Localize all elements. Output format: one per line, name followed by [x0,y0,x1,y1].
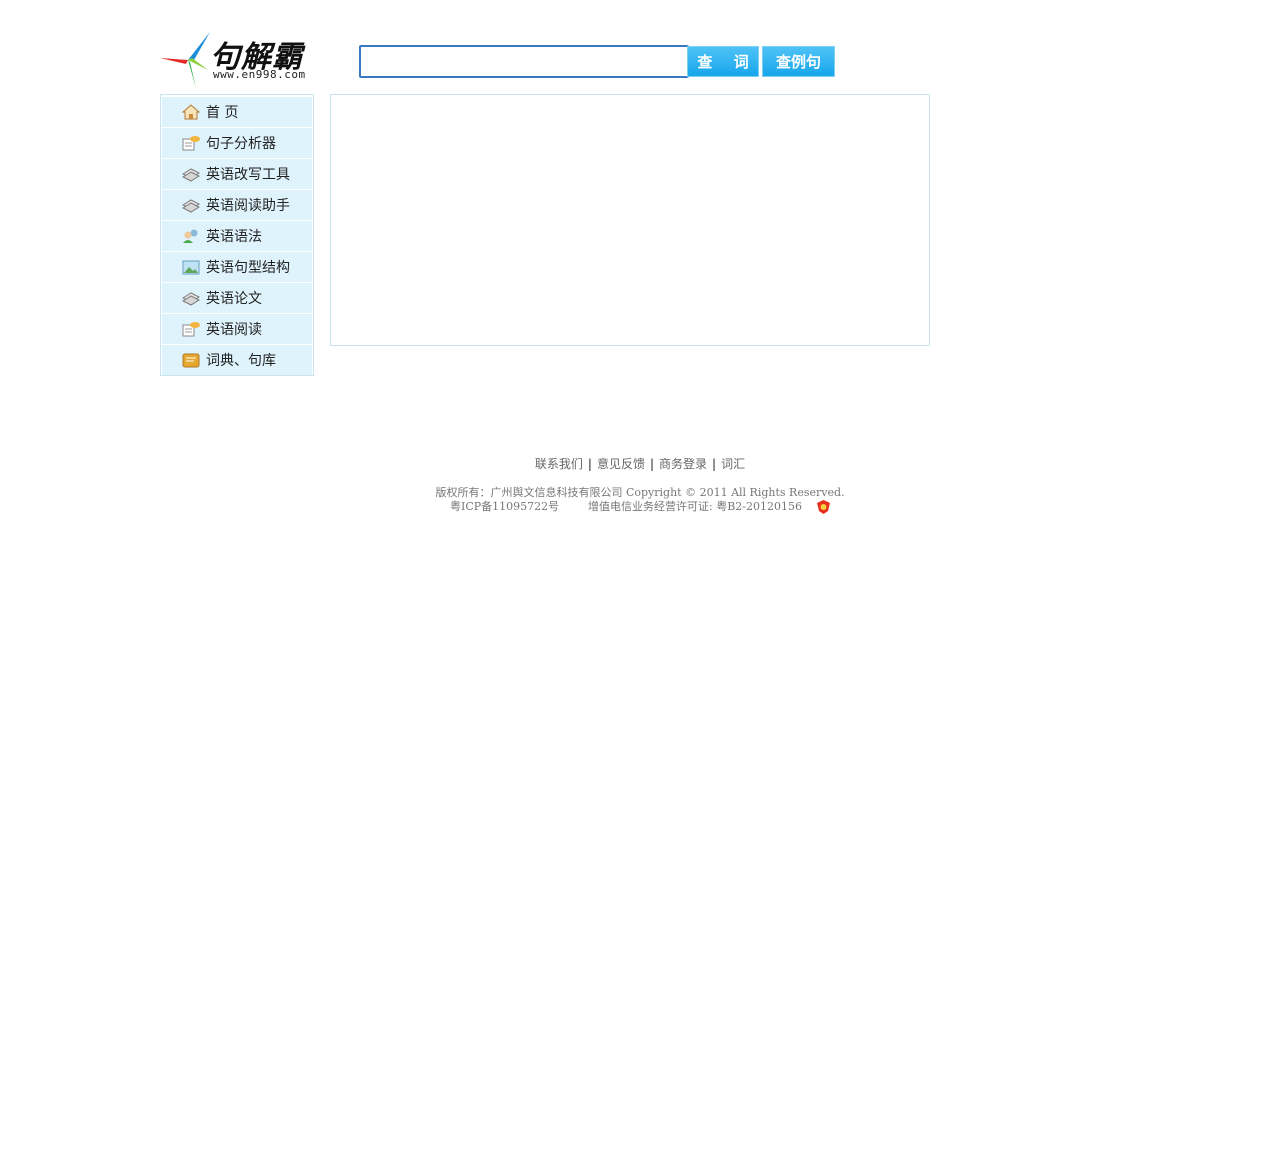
sidebar-item-label: 首 页 [206,105,239,121]
notepad-icon [182,321,200,337]
sidebar-item-reading[interactable]: 英语阅读 [162,314,312,344]
notepad-icon [182,135,200,151]
sidebar-item-essay[interactable]: 英语论文 [162,283,312,313]
sidebar-item-label: 英语阅读助手 [206,198,290,214]
sidebar-item-home[interactable]: 首 页 [162,97,312,127]
sidebar-item-grammar[interactable]: 英语语法 [162,221,312,251]
books-icon [182,290,200,306]
search-input[interactable] [359,45,689,78]
home-icon [182,104,200,120]
sidebar-item-reading-assistant[interactable]: 英语阅读助手 [162,190,312,220]
users-icon [182,228,200,244]
logo-star-icon [160,32,210,88]
sidebar-item-sentence-analyzer[interactable]: 句子分析器 [162,128,312,158]
sidebar-item-rewrite-tool[interactable]: 英语改写工具 [162,159,312,189]
folder-icon [182,352,200,368]
sidebar-item-label: 英语句型结构 [206,260,290,276]
logo-url: www.en998.com [213,68,306,81]
footer-link-business-login[interactable]: 商务登录 [654,457,712,471]
image-icon [182,259,200,275]
footer-link-contact[interactable]: 联系我们 [530,457,588,471]
sidebar-item-label: 英语改写工具 [206,167,290,183]
sidebar-item-sentence-structure[interactable]: 英语句型结构 [162,252,312,282]
police-badge-icon[interactable] [817,500,830,514]
lookup-word-button[interactable]: 查 词 [687,46,759,77]
sidebar-nav: 首 页 句子分析器 英语改写工具 英语阅读助手 英语语法 英语句型结构 英语论文… [160,94,314,376]
sidebar-item-label: 英语阅读 [206,322,262,338]
telecom-license: 增值电信业务经营许可证: 粤B2-20120156 [588,500,802,513]
lookup-sentence-button[interactable]: 查例句 [762,46,835,77]
sidebar-item-label: 词典、句库 [206,353,276,369]
books-icon [182,166,200,182]
sidebar-item-label: 英语语法 [206,229,262,245]
sidebar-item-label: 句子分析器 [206,136,276,152]
icp-number[interactable]: 粤ICP备11095722号 [450,498,559,514]
sidebar-item-dictionary[interactable]: 词典、句库 [162,345,312,375]
books-icon [182,197,200,213]
footer-link-vocabulary[interactable]: 词汇 [716,457,750,471]
sidebar-item-label: 英语论文 [206,291,262,307]
footer-links: 联系我们 | 意见反馈 | 商务登录 | 词汇 [0,455,1280,472]
footer-link-feedback[interactable]: 意见反馈 [592,457,650,471]
site-logo[interactable]: 句解霸 www.en998.com [160,30,325,90]
main-content-panel [330,94,930,346]
